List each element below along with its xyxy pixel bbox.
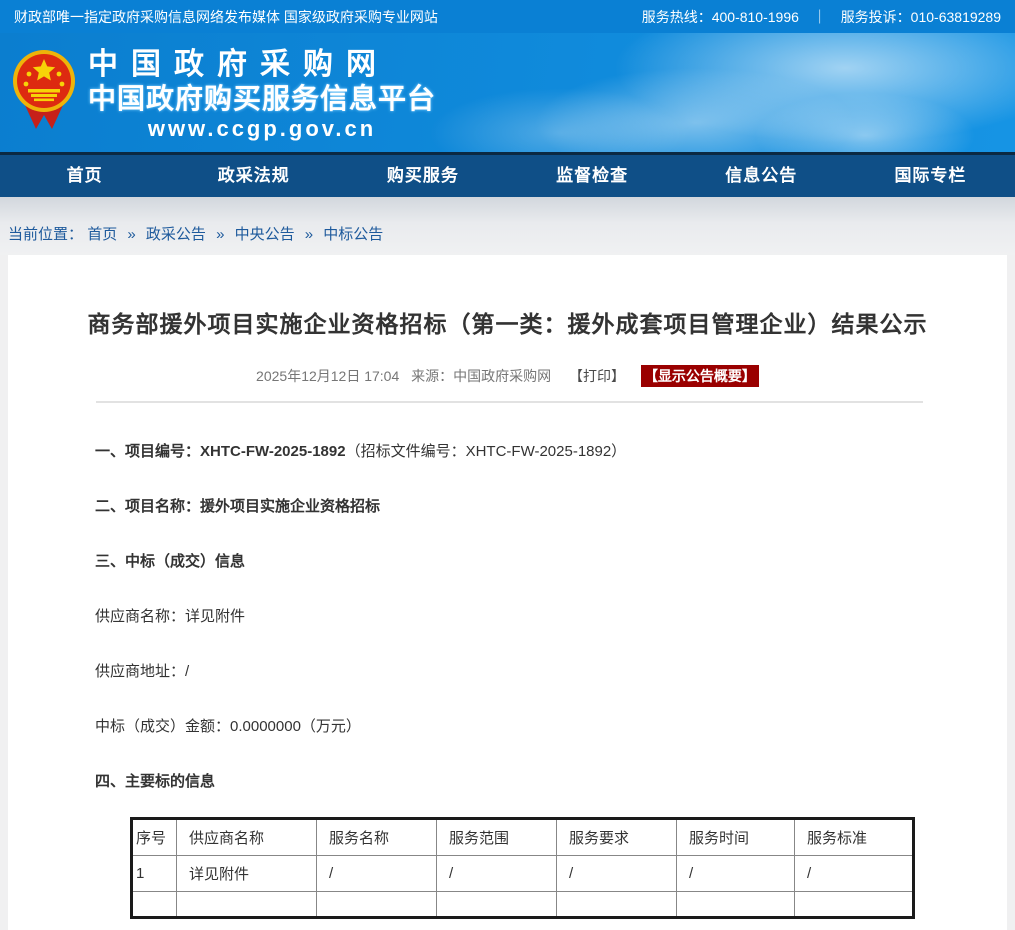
table-row: 1详见附件///// bbox=[132, 856, 914, 892]
nav-item-announcements[interactable]: 信息公告 bbox=[677, 155, 846, 197]
breadcrumb-separator: » bbox=[216, 226, 224, 243]
masthead: 中国政府采购网 中国政府购买服务信息平台 www.ccgp.gov.cn bbox=[0, 33, 1015, 152]
nav-item-regulations[interactable]: 政采法规 bbox=[169, 155, 338, 197]
table-cell bbox=[557, 892, 677, 918]
breadcrumb-home[interactable]: 首页 bbox=[87, 226, 117, 243]
article-meta: 2025年12月12日 17:04 来源：中国政府采购网 【打印】 【显示公告概… bbox=[8, 365, 1007, 387]
section-main-subject-info: 四、主要标的信息 bbox=[95, 771, 917, 793]
supplier-address-line: 供应商地址：/ bbox=[95, 661, 917, 683]
table-cell bbox=[437, 892, 557, 918]
article-card: 商务部援外项目实施企业资格招标（第一类：援外成套项目管理企业）结果公示 2025… bbox=[8, 255, 1007, 930]
site-logo[interactable]: 中国政府采购网 中国政府购买服务信息平台 www.ccgp.gov.cn bbox=[12, 47, 436, 142]
table-header-cell: 服务标准 bbox=[795, 819, 914, 856]
nav-item-purchase[interactable]: 购买服务 bbox=[338, 155, 507, 197]
table-header-cell: 供应商名称 bbox=[177, 819, 317, 856]
table-cell: 1 bbox=[132, 856, 177, 892]
table-header-cell: 服务范围 bbox=[437, 819, 557, 856]
results-table: 序号供应商名称服务名称服务范围服务要求服务时间服务标准 1详见附件///// bbox=[130, 817, 915, 919]
table-cell: / bbox=[317, 856, 437, 892]
table-cell: / bbox=[677, 856, 795, 892]
nav-item-home[interactable]: 首页 bbox=[0, 155, 169, 197]
section-project-number: 一、项目编号：XHTC-FW-2025-1892（招标文件编号：XHTC-FW-… bbox=[95, 441, 917, 463]
site-name: 中国政府采购网 bbox=[88, 47, 436, 83]
article-body: 一、项目编号：XHTC-FW-2025-1892（招标文件编号：XHTC-FW-… bbox=[8, 441, 1007, 919]
service-complaint: 服务投诉：010-63819289 bbox=[841, 9, 1001, 25]
table-cell bbox=[317, 892, 437, 918]
table-cell: / bbox=[437, 856, 557, 892]
breadcrumb-award-notices[interactable]: 中标公告 bbox=[323, 226, 383, 243]
contact-separator: ｜ bbox=[813, 9, 827, 25]
award-amount-line: 中标（成交）金额：0.0000000（万元） bbox=[95, 716, 917, 738]
site-url: www.ccgp.gov.cn bbox=[88, 115, 436, 142]
print-button[interactable]: 【打印】 bbox=[569, 368, 625, 384]
supplier-name-line: 供应商名称：详见附件 bbox=[95, 606, 917, 628]
table-cell bbox=[177, 892, 317, 918]
nav-item-supervision[interactable]: 监督检查 bbox=[508, 155, 677, 197]
breadcrumb-procurement-notices[interactable]: 政采公告 bbox=[146, 226, 206, 243]
table-cell bbox=[132, 892, 177, 918]
table-cell: / bbox=[557, 856, 677, 892]
top-utility-bar: 财政部唯一指定政府采购信息网络发布媒体 国家级政府采购专业网站 服务热线：400… bbox=[0, 0, 1015, 33]
table-cell: / bbox=[795, 856, 914, 892]
breadcrumb-label: 当前位置： bbox=[8, 226, 83, 243]
publish-date: 2025年12月12日 17:04 bbox=[256, 368, 399, 384]
platform-name: 中国政府购买服务信息平台 bbox=[88, 83, 436, 115]
national-emblem-icon bbox=[12, 47, 76, 138]
service-hotline: 服务热线：400-810-1996 bbox=[642, 9, 799, 25]
section-award-info: 三、中标（成交）信息 bbox=[95, 551, 917, 573]
primary-nav: 首页 政采法规 购买服务 监督检查 信息公告 国际专栏 bbox=[0, 152, 1015, 197]
table-header-row: 序号供应商名称服务名称服务范围服务要求服务时间服务标准 bbox=[132, 819, 914, 856]
nav-item-international[interactable]: 国际专栏 bbox=[846, 155, 1015, 197]
meta-divider bbox=[96, 401, 923, 403]
page-title: 商务部援外项目实施企业资格招标（第一类：援外成套项目管理企业）结果公示 bbox=[8, 255, 1007, 339]
table-row bbox=[132, 892, 914, 918]
subheader-strip: 当前位置： 首页 » 政采公告 » 中央公告 » 中标公告 bbox=[0, 197, 1015, 255]
table-body: 1详见附件///// bbox=[132, 856, 914, 918]
breadcrumb: 当前位置： 首页 » 政采公告 » 中央公告 » 中标公告 bbox=[0, 223, 1015, 244]
table-header-cell: 服务名称 bbox=[317, 819, 437, 856]
site-slogan: 财政部唯一指定政府采购信息网络发布媒体 国家级政府采购专业网站 bbox=[14, 7, 438, 27]
breadcrumb-separator: » bbox=[127, 226, 135, 243]
show-summary-toggle[interactable]: 【显示公告概要】 bbox=[641, 365, 759, 387]
breadcrumb-central-notices[interactable]: 中央公告 bbox=[235, 226, 295, 243]
table-cell bbox=[677, 892, 795, 918]
service-contacts: 服务热线：400-810-1996 ｜ 服务投诉：010-63819289 bbox=[632, 7, 1001, 27]
article-source: 来源：中国政府采购网 bbox=[411, 368, 551, 384]
breadcrumb-separator: » bbox=[305, 226, 313, 243]
table-cell: 详见附件 bbox=[177, 856, 317, 892]
section-project-name: 二、项目名称：援外项目实施企业资格招标 bbox=[95, 496, 917, 518]
table-header-cell: 服务时间 bbox=[677, 819, 795, 856]
logo-text-block: 中国政府采购网 中国政府购买服务信息平台 www.ccgp.gov.cn bbox=[88, 47, 436, 142]
table-header-cell: 服务要求 bbox=[557, 819, 677, 856]
table-header-cell: 序号 bbox=[132, 819, 177, 856]
table-cell bbox=[795, 892, 914, 918]
